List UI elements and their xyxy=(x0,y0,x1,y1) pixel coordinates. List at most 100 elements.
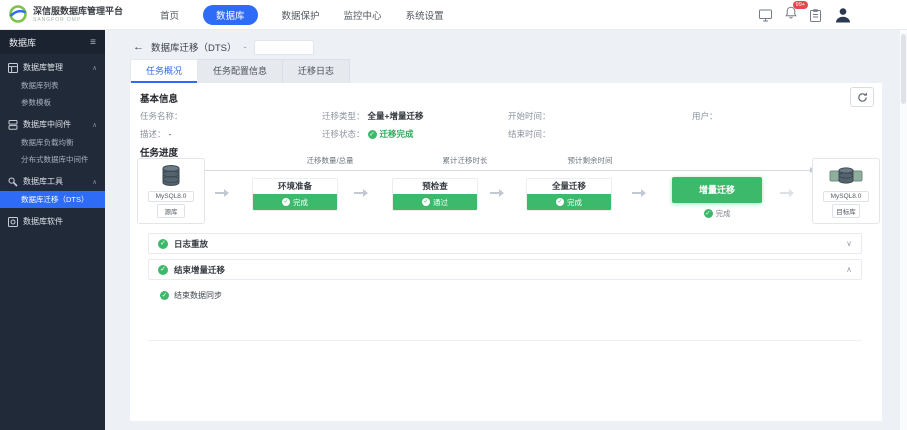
status-text: 迁移完成 xyxy=(379,129,414,139)
field-description: 描述： - xyxy=(140,128,171,140)
target-engine-label: MySQL8.0 xyxy=(823,191,869,202)
database-management-icon xyxy=(8,62,18,73)
app-logo: 深信服数据库管理平台 SANGFOR DMP xyxy=(8,4,123,24)
flow-arrow-icon xyxy=(632,189,646,197)
caret-up-icon: ∧ xyxy=(92,121,97,129)
sidebar-group-label: 数据库中间件 xyxy=(23,120,71,129)
caret-up-icon: ∧ xyxy=(92,64,97,72)
step-log-replay[interactable]: ✓ 日志重放 ∨ xyxy=(148,233,862,254)
step-label: 日志重放 xyxy=(174,238,209,249)
flow-arrow-icon xyxy=(354,189,368,197)
detail-tabs: 任务概况 任务配置信息 迁移日志 xyxy=(130,59,351,83)
database-middleware-icon xyxy=(8,119,18,130)
sidebar-group-database-middleware[interactable]: 数据库中间件 ∧ xyxy=(0,115,105,134)
field-end-time: 结束时间： xyxy=(508,128,554,140)
scrollbar-thumb[interactable] xyxy=(901,34,906,104)
check-icon: ✓ xyxy=(367,129,377,139)
chevron-up-icon[interactable]: ∧ xyxy=(846,265,852,274)
sidebar: 数据库 ≡ 数据库管理 ∧ 数据库列表 参数模板 数据库中间件 ∧ 数据库负载均… xyxy=(0,30,105,430)
nav-database[interactable]: 数据库 xyxy=(203,5,258,25)
check-icon: ✓ xyxy=(422,198,430,206)
stage-status: 完成 xyxy=(567,197,582,207)
caret-up-icon: ∧ xyxy=(92,178,97,186)
sidebar-group-label: 数据库工具 xyxy=(23,177,63,186)
collapse-menu-icon[interactable]: ≡ xyxy=(90,37,96,48)
nav-monitor-center[interactable]: 监控中心 xyxy=(344,8,382,22)
user-avatar[interactable] xyxy=(834,6,852,24)
check-icon: ✓ xyxy=(556,198,564,206)
logo-icon xyxy=(9,5,27,23)
topbar-icons: 99+ xyxy=(759,0,852,30)
stage-status: 完成 xyxy=(293,197,308,207)
back-arrow-icon[interactable]: ← xyxy=(133,41,144,53)
field-label: 结束时间： xyxy=(508,129,551,139)
flow-arrow-icon xyxy=(780,189,794,197)
flow-connector-line xyxy=(202,167,815,173)
chevron-down-icon[interactable]: ∨ xyxy=(846,239,852,248)
sidebar-header: 数据库 ≡ xyxy=(0,30,105,54)
status-badge: ✓ 迁移完成 xyxy=(367,128,414,140)
flow-arrow-icon xyxy=(215,189,229,197)
field-label: 迁移状态： xyxy=(322,129,365,139)
breadcrumb-separator: - xyxy=(243,41,247,53)
flow-arrow-icon xyxy=(490,189,504,197)
source-role-label: 源库 xyxy=(157,204,185,218)
step-end-incremental-migration[interactable]: ✓ 结束增量迁移 ∧ xyxy=(148,259,862,280)
topbar: 深信服数据库管理平台 SANGFOR DMP 首页 数据库 数据保护 监控中心 … xyxy=(0,0,907,30)
stage-status-row: ✓ 完成 xyxy=(672,208,762,219)
notification-badge: 99+ xyxy=(792,1,808,9)
nav-system-settings[interactable]: 系统设置 xyxy=(406,8,444,22)
clipboard-icon[interactable] xyxy=(810,8,821,22)
field-label: 用户： xyxy=(692,111,718,121)
main-area: ← 数据库迁移（DTS） - 任务概况 任务配置信息 迁移日志 基本信息 任务名… xyxy=(105,30,907,430)
stage-status-bar: ✓ 完成 xyxy=(253,194,337,210)
check-icon: ✓ xyxy=(160,291,169,300)
field-value: - xyxy=(168,129,172,139)
database-icon xyxy=(162,165,180,186)
refresh-icon xyxy=(857,92,867,102)
field-label: 迁移类型： xyxy=(322,111,365,121)
sidebar-group-database-software[interactable]: 数据库软件 xyxy=(0,212,105,231)
notifications[interactable]: 99+ xyxy=(785,1,808,24)
tab-task-overview[interactable]: 任务概况 xyxy=(130,59,199,83)
stage-env-preparation: 环境准备 ✓ 完成 xyxy=(252,178,338,211)
task-name-input[interactable] xyxy=(253,39,314,55)
top-nav: 首页 数据库 数据保护 监控中心 系统设置 xyxy=(160,0,444,30)
stage-name: 全量迁移 xyxy=(551,181,586,191)
stage-incremental-migration: 增量迁移 ✓ 完成 xyxy=(672,177,762,219)
sidebar-group-database-management[interactable]: 数据库管理 ∧ xyxy=(0,58,105,77)
stage-name: 增量迁移 xyxy=(672,177,762,203)
metric-remaining-time: 预计剩余时间 xyxy=(540,155,640,166)
tab-migration-log[interactable]: 迁移日志 xyxy=(283,59,351,83)
stage-status-bar: ✓ 通过 xyxy=(393,194,477,210)
breadcrumb-title: 数据库迁移（DTS） xyxy=(151,43,237,54)
sidebar-title: 数据库 xyxy=(9,37,37,48)
nav-home[interactable]: 首页 xyxy=(160,8,179,22)
step-label: 结束增量迁移 xyxy=(174,264,226,275)
source-engine-label: MySQL8.0 xyxy=(148,191,194,202)
stage-status: 通过 xyxy=(433,197,448,207)
sidebar-item-database-load-balance[interactable]: 数据库负载均衡 xyxy=(0,134,105,151)
metric-elapsed-time: 累计迁移时长 xyxy=(415,155,515,166)
stage-full-migration: 全量迁移 ✓ 完成 xyxy=(526,178,612,211)
check-icon: ✓ xyxy=(158,238,168,249)
nav-data-protection[interactable]: 数据保护 xyxy=(282,8,320,22)
page-scrollbar[interactable] xyxy=(899,30,907,430)
sidebar-group-database-tools[interactable]: 数据库工具 ∧ xyxy=(0,172,105,191)
sidebar-item-database-migration-dts[interactable]: 数据库迁移（DTS） xyxy=(0,191,105,208)
sidebar-item-parameter-template[interactable]: 参数模板 xyxy=(0,94,105,111)
task-overview-card: 基本信息 任务名称： 迁移类型： 全量+增量迁移 开始时间： 用户： 描述： - xyxy=(130,83,882,421)
basic-info-title: 基本信息 xyxy=(140,94,179,105)
sidebar-item-database-list[interactable]: 数据库列表 xyxy=(0,77,105,94)
target-database-node: MySQL8.0 目标库 xyxy=(812,158,880,224)
check-icon: ✓ xyxy=(158,264,168,275)
field-label: 开始时间： xyxy=(508,111,551,121)
field-start-time: 开始时间： xyxy=(508,110,554,122)
stage-name: 环境准备 xyxy=(277,181,312,191)
source-database-node: MySQL8.0 源库 xyxy=(137,158,205,224)
metric-migrated-amount: 迁移数量/总量 xyxy=(280,155,380,166)
console-icon[interactable] xyxy=(759,9,772,22)
refresh-button[interactable] xyxy=(850,87,874,107)
tab-task-config[interactable]: 任务配置信息 xyxy=(198,59,284,83)
sidebar-item-distributed-middleware[interactable]: 分布式数据库中间件 xyxy=(0,151,105,168)
